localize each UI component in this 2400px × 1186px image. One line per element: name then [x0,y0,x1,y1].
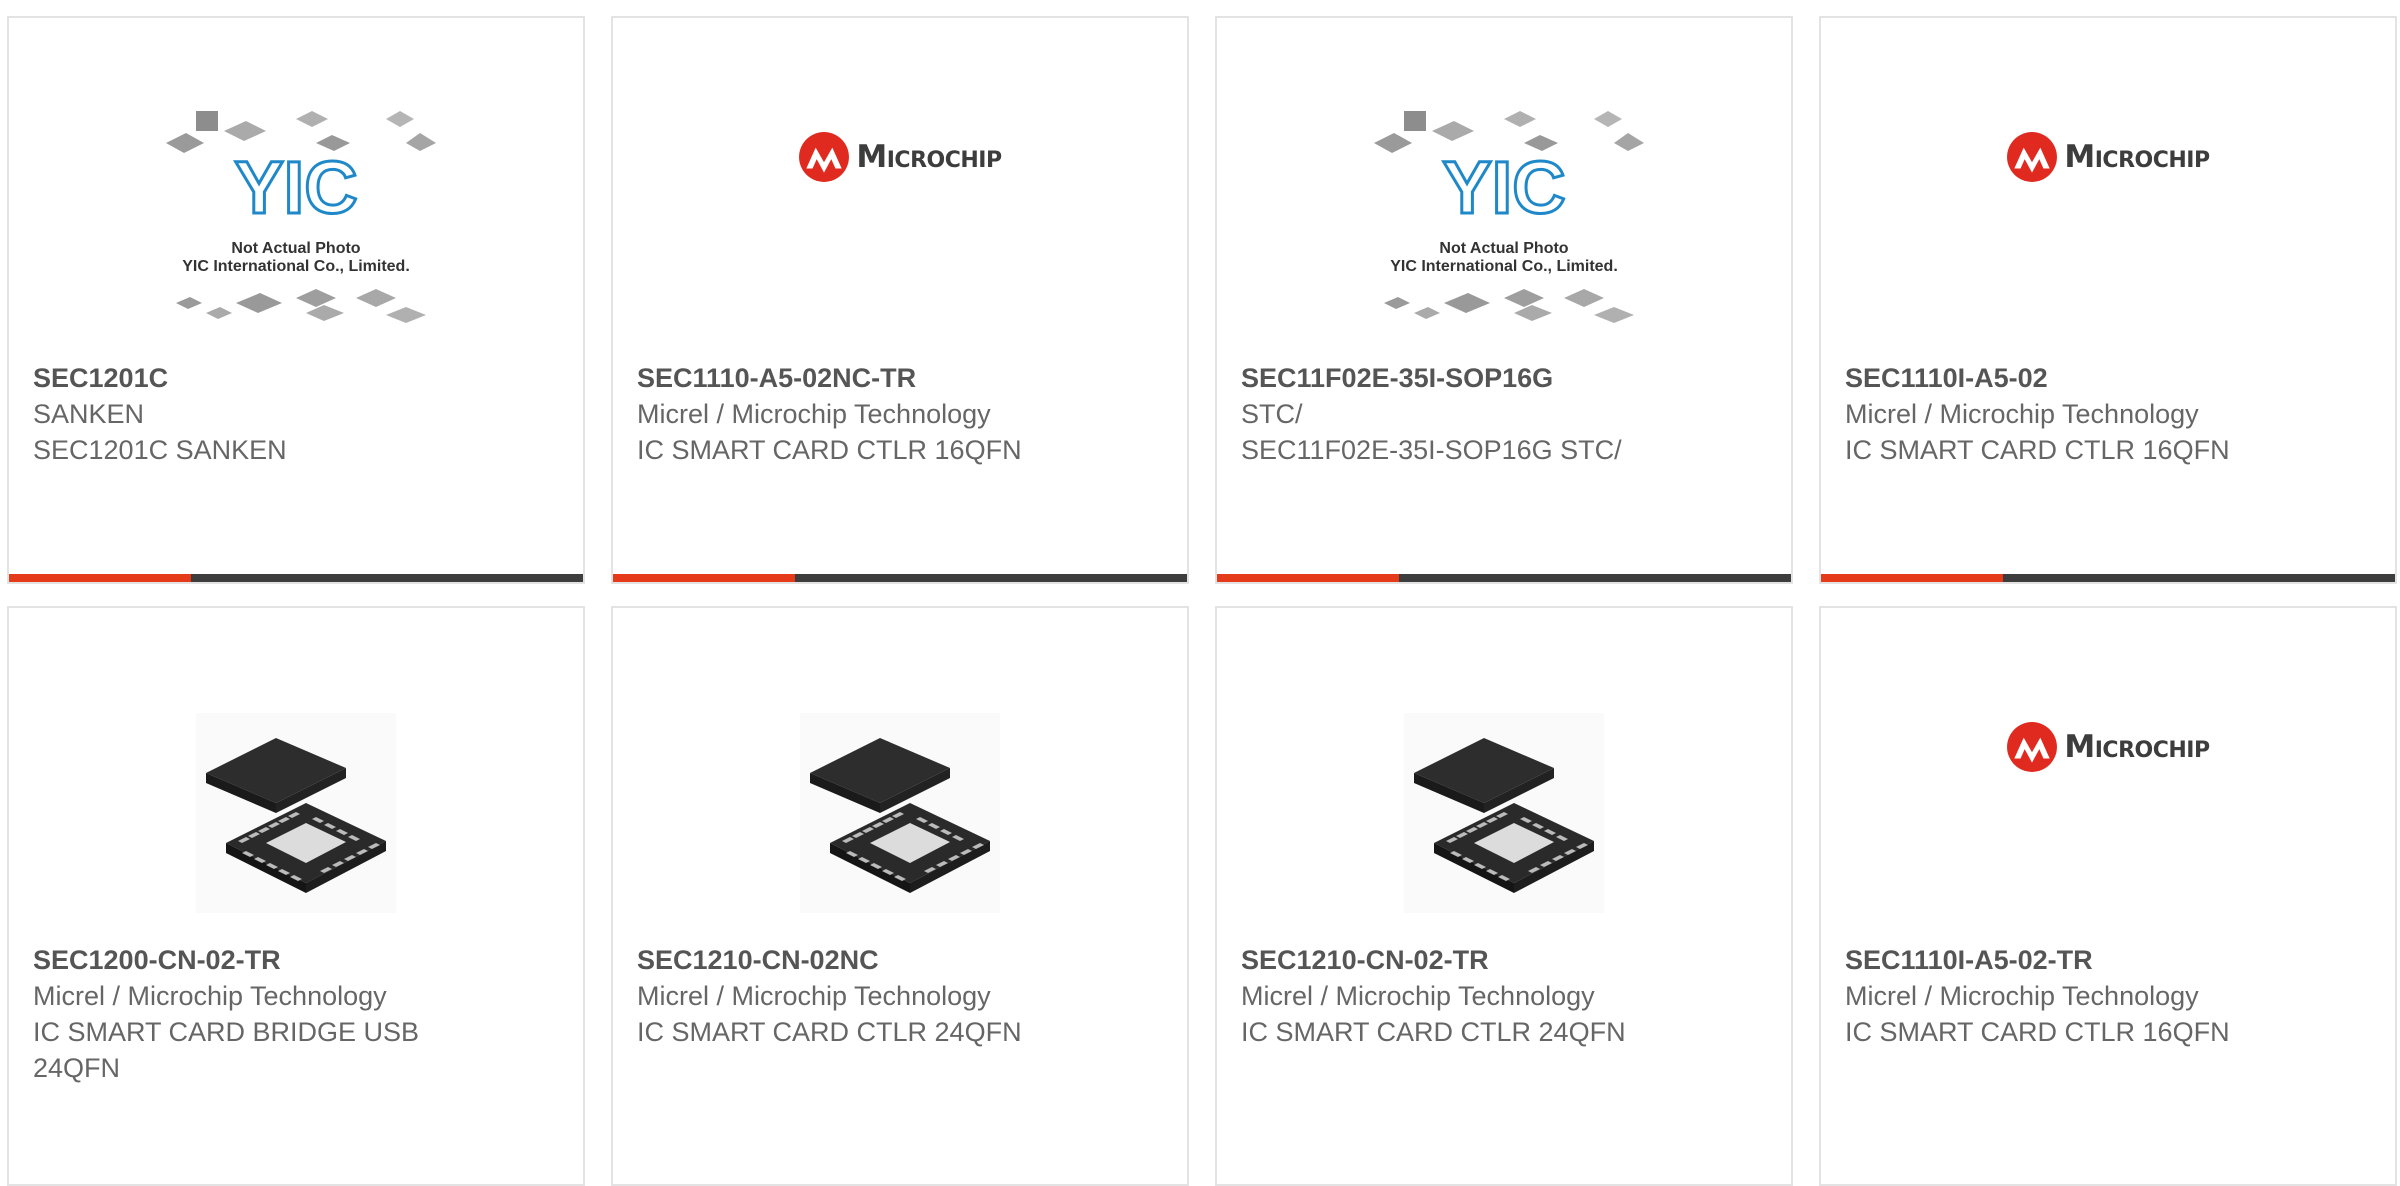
manufacturer: Micrel / Microchip Technology [1241,981,1595,1011]
description: SEC11F02E-35I-SOP16G STC/ [1241,435,1622,465]
microchip-mark-icon [2006,131,2058,183]
product-card[interactable]: SEC1210-CN-02NC Micrel / Microchip Techno… [611,606,1189,1186]
product-card[interactable]: SEC1201C SANKEN SEC1201C SANKEN [7,16,585,584]
microchip-mark-icon [2006,721,2058,773]
card-bottom-bar [613,574,1187,582]
description: SEC1201C SANKEN [33,435,287,465]
microchip-logo[interactable]: Microchip [1821,98,2395,216]
product-card[interactable]: Microchip SEC1110I-A5-02 Micrel / Microchi… [1819,16,2397,584]
card-bottom-bar [1821,574,2395,582]
yic-placeholder-photo [156,103,436,343]
description: IC SMART CARD CTLR 24QFN [1241,1017,1626,1047]
part-number[interactable]: SEC1210-CN-02NC [637,942,1163,978]
manufacturer: Micrel / Microchip Technology [637,399,991,429]
yic-placeholder-image[interactable] [9,80,583,366]
microchip-logo: Microchip [798,131,1002,183]
part-number[interactable]: SEC1210-CN-02-TR [1241,942,1767,978]
description: IC SMART CARD CTLR 24QFN [637,1017,1022,1047]
qfn-chip-image[interactable] [1217,668,1791,958]
product-card[interactable]: Microchip SEC1110I-A5-02-TR Micrel / Micro… [1819,606,2397,1186]
yic-placeholder-image[interactable] [1217,80,1791,366]
product-info: SEC1110I-A5-02 Micrel / Microchip Technol… [1845,360,2371,468]
qfn-package-photo [800,713,1000,913]
description: IC SMART CARD CTLR 16QFN [637,435,1022,465]
product-card[interactable]: SEC11F02E-35I-SOP16G STC/SEC11F02E-35I-SO… [1215,16,1793,584]
product-info: SEC1210-CN-02-TR Micrel / Microchip Techn… [1241,942,1767,1050]
description: IC SMART CARD CTLR 16QFN [1845,1017,2230,1047]
microchip-wordmark: Microchip [2064,729,2210,765]
manufacturer: Micrel / Microchip Technology [33,981,387,1011]
card-accent-bar [613,574,795,582]
part-number[interactable]: SEC1200-CN-02-TR [33,942,559,978]
qfn-chip-image[interactable] [613,668,1187,958]
product-info: SEC11F02E-35I-SOP16G STC/SEC11F02E-35I-SO… [1241,360,1767,468]
product-info: SEC1110I-A5-02-TR Micrel / Microchip Tech… [1845,942,2371,1050]
card-bottom-bar [1217,574,1791,582]
description: IC SMART CARD BRIDGE USB 24QFN [33,1017,420,1083]
card-bottom-bar [9,574,583,582]
yic-placeholder-photo [1364,103,1644,343]
microchip-logo: Microchip [2006,131,2210,183]
card-accent-bar [9,574,191,582]
part-number[interactable]: SEC1110-A5-02NC-TR [637,360,1163,396]
qfn-package-photo [196,713,396,913]
manufacturer: Micrel / Microchip Technology [1845,399,2199,429]
qfn-chip-image[interactable] [9,668,583,958]
microchip-wordmark: Microchip [2064,139,2210,175]
part-number[interactable]: SEC1110I-A5-02-TR [1845,942,2371,978]
manufacturer: Micrel / Microchip Technology [637,981,991,1011]
card-accent-bar [1821,574,2003,582]
product-info: SEC1200-CN-02-TR Micrel / Microchip Techn… [33,942,559,1086]
product-card[interactable]: SEC1210-CN-02-TR Micrel / Microchip Techn… [1215,606,1793,1186]
microchip-wordmark: Microchip [856,139,1002,175]
product-card[interactable]: Microchip SEC1110-A5-02NC-TR Micrel / Micr… [611,16,1189,584]
microchip-mark-icon [798,131,850,183]
microchip-logo[interactable]: Microchip [613,98,1187,216]
description: IC SMART CARD CTLR 16QFN [1845,435,2230,465]
qfn-package-photo [1404,713,1604,913]
manufacturer: STC/ [1241,399,1303,429]
card-accent-bar [1217,574,1399,582]
product-card[interactable]: SEC1200-CN-02-TR Micrel / Microchip Techn… [7,606,585,1186]
manufacturer: SANKEN [33,399,145,429]
product-info: SEC1210-CN-02NC Micrel / Microchip Techno… [637,942,1163,1050]
product-info: SEC1201C SANKEN SEC1201C SANKEN [33,360,559,468]
part-number[interactable]: SEC11F02E-35I-SOP16G [1241,360,1767,396]
part-number[interactable]: SEC1110I-A5-02 [1845,360,2371,396]
microchip-logo[interactable]: Microchip [1821,688,2395,806]
part-number[interactable]: SEC1201C [33,360,559,396]
microchip-logo: Microchip [2006,721,2210,773]
manufacturer: Micrel / Microchip Technology [1845,981,2199,1011]
product-info: SEC1110-A5-02NC-TR Micrel / Microchip Tec… [637,360,1163,468]
